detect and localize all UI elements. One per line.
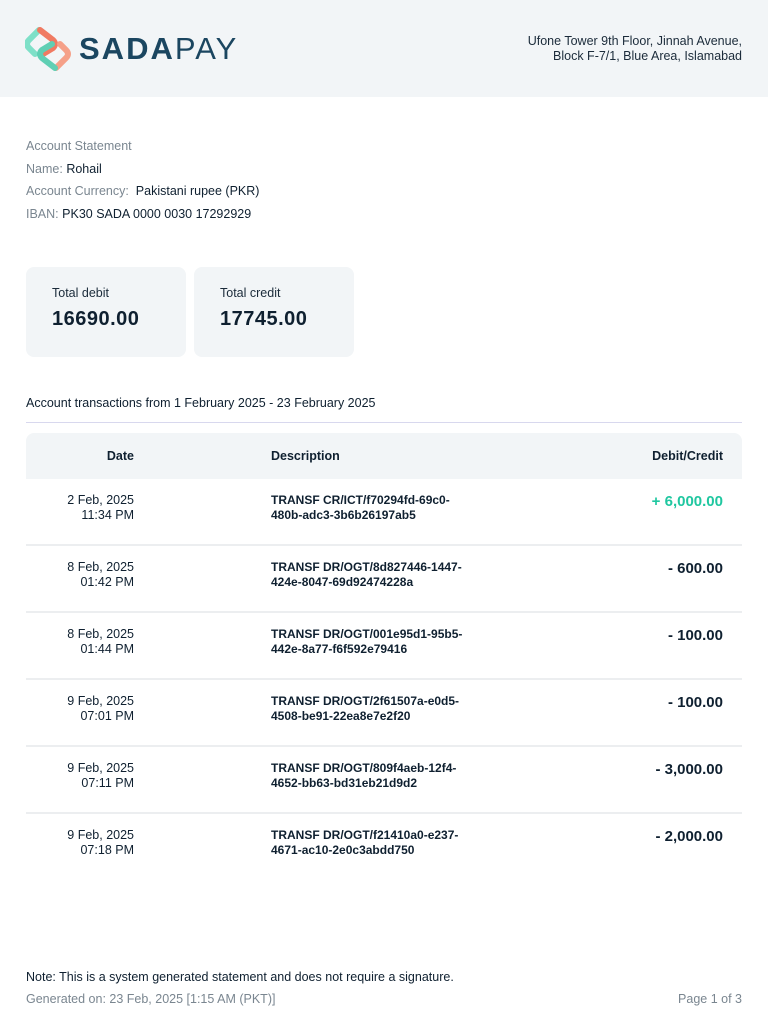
row-amount: + 6,000.00 [651,493,723,510]
row-date: 9 Feb, 2025 07:18 PM [67,828,134,857]
account-name: Name: Rohail [26,161,102,176]
transactions-range: Account transactions from 1 February 202… [26,396,376,410]
account-currency: Account Currency: Pakistani rupee (PKR) [26,184,260,198]
total-credit-card: Total credit 17745.00 [194,267,354,357]
table-row: 9 Feb, 2025 07:01 PM TRANSF DR/OGT/2f6150… [26,680,742,747]
table-row: 9 Feb, 2025 07:11 PM TRANSF DR/OGT/809f4a… [26,747,742,814]
table-row: 8 Feb, 2025 01:42 PM TRANSF DR/OGT/8d8274… [26,546,742,613]
row-description: TRANSF DR/OGT/f21410a0-e237- 4671-ac10-2e… [271,828,459,857]
sadapay-logo-icon [25,27,71,71]
page-number: Page 1 of 3 [678,992,742,1006]
company-address: Ufone Tower 9th Floor, Jinnah Avenue, Bl… [527,34,742,63]
row-amount: - 600.00 [667,560,723,577]
total-debit-card: Total debit 16690.00 [26,267,186,357]
statement-title: Account Statement [26,139,132,153]
row-date: 8 Feb, 2025 01:44 PM [67,627,134,656]
table-row: 2 Feb, 2025 11:34 PM TRANSF CR/ICT/f70294… [26,479,742,546]
row-date: 9 Feb, 2025 07:11 PM [67,761,134,790]
account-info: Account Statement Name: Rohail Account C… [26,135,259,225]
sadapay-logo: SADAPAY [25,24,238,74]
footer-note: Note: This is a system generated stateme… [26,970,454,984]
row-date: 8 Feb, 2025 01:42 PM [67,560,134,589]
row-amount: - 100.00 [667,627,723,644]
header: SADAPAY Ufone Tower 9th Floor, Jinnah Av… [0,0,768,97]
row-description: TRANSF DR/OGT/809f4aeb-12f4- 4652-bb63-bd… [271,761,457,790]
table-header: Date Description Debit/Credit [26,433,742,479]
row-date: 9 Feb, 2025 07:01 PM [67,694,134,723]
transactions-table: Date Description Debit/Credit 2 Feb, 202… [26,433,742,881]
table-row: 8 Feb, 2025 01:44 PM TRANSF DR/OGT/001e95… [26,613,742,680]
brand-name: SADAPAY [79,31,239,66]
row-amount: - 100.00 [667,694,723,711]
table-row: 9 Feb, 2025 07:18 PM TRANSF DR/OGT/f21410… [26,814,742,881]
row-description: TRANSF DR/OGT/2f61507a-e0d5- 4508-be91-22… [271,694,460,723]
row-description: TRANSF DR/OGT/001e95d1-95b5- 442e-8a77-f6… [271,627,463,656]
row-amount: - 3,000.00 [655,761,723,778]
totals: Total debit 16690.00 Total credit 17745.… [26,267,354,357]
row-description: TRANSF CR/ICT/f70294fd-69c0- 480b-adc3-3b… [271,493,450,522]
row-description: TRANSF DR/OGT/8d827446-1447- 424e-8047-69… [271,560,462,589]
row-amount: - 2,000.00 [655,828,723,845]
generated-on: Generated on: 23 Feb, 2025 [1:15 AM (PKT… [26,992,276,1006]
row-date: 2 Feb, 2025 11:34 PM [67,493,134,522]
divider [26,422,742,423]
account-iban: IBAN: PK30 SADA 0000 0030 17292929 [26,206,252,221]
